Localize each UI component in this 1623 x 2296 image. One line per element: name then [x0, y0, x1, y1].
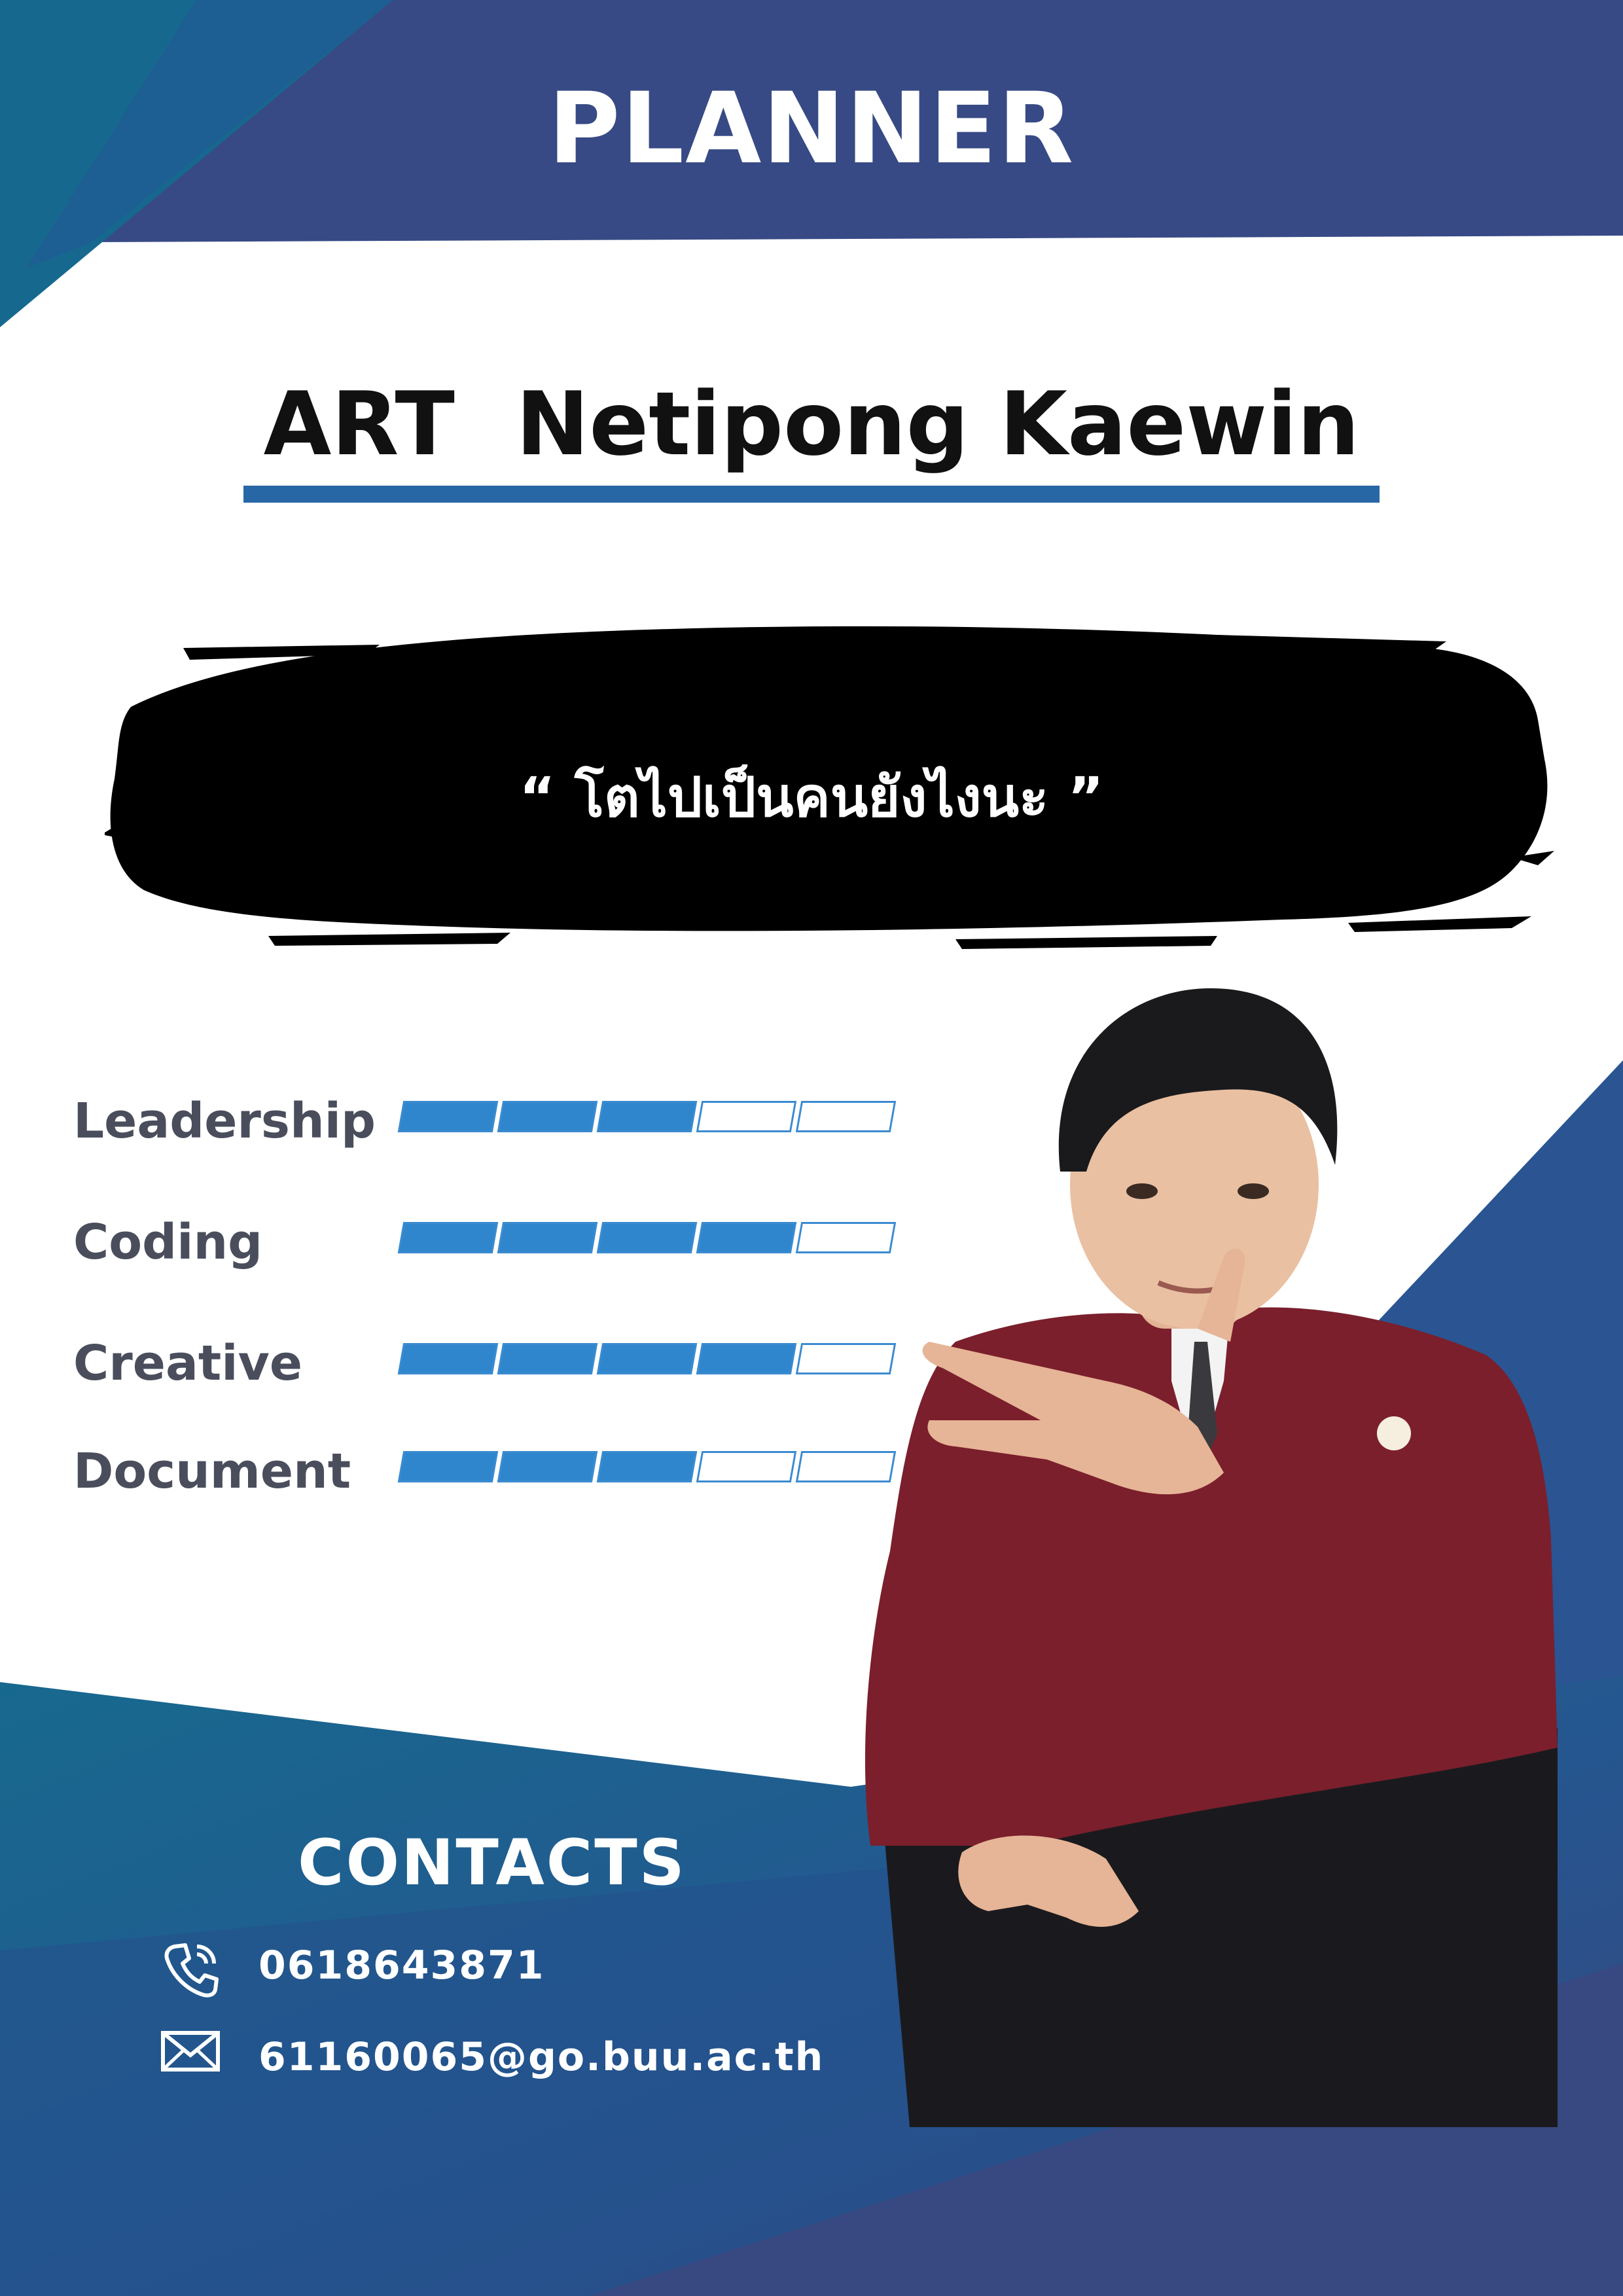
skill-segment-filled: [397, 1222, 499, 1253]
quote-text: “ โตไปเป็นคนยังไงนะ ”: [519, 765, 1104, 829]
skill-level-bar: [397, 1101, 898, 1132]
email-address[interactable]: 61160065@go.buu.ac.th: [259, 2034, 824, 2080]
skill-segment-filled: [497, 1101, 598, 1132]
skill-level-bar: [397, 1343, 898, 1374]
skill-segment-filled: [397, 1343, 499, 1374]
skill-level-bar: [397, 1451, 898, 1482]
contact-phone: 0618643871: [160, 1937, 880, 2003]
skill-segment-filled: [497, 1451, 598, 1482]
skill-label: Document: [73, 1443, 351, 1499]
mail-icon: [161, 2031, 220, 2072]
skill-segment-empty: [696, 1101, 797, 1132]
skill-segment-filled: [397, 1101, 499, 1132]
contact-email: 61160065@go.buu.ac.th: [160, 2029, 880, 2094]
planner-poster: PLANNER ART Netipong Kaewin “ โตไปเป็นคน…: [0, 0, 1623, 2296]
skill-segment-filled: [696, 1343, 797, 1374]
poster-title: PLANNER: [548, 72, 1075, 186]
skill-segment-empty: [696, 1451, 797, 1482]
phone-number[interactable]: 0618643871: [259, 1943, 544, 1988]
skill-segment-filled: [497, 1222, 598, 1253]
skill-segment-filled: [397, 1451, 499, 1482]
phone-icon: [164, 1943, 219, 1998]
contacts-title: CONTACTS: [298, 1826, 687, 1899]
skill-segment-filled: [596, 1451, 698, 1482]
skill-label: Leadership: [73, 1093, 376, 1149]
skill-label: Creative: [73, 1335, 303, 1391]
skill-segment-filled: [596, 1343, 698, 1374]
skill-segment-filled: [497, 1343, 598, 1374]
skill-segment-filled: [596, 1222, 698, 1253]
person-photo: [865, 988, 1558, 2127]
person-name: ART Netipong Kaewin: [263, 373, 1360, 475]
skill-segment-filled: [596, 1101, 698, 1132]
skill-segment-filled: [696, 1222, 797, 1253]
skill-level-bar: [397, 1222, 898, 1253]
name-underline: [243, 486, 1380, 503]
skill-label: Coding: [73, 1214, 263, 1270]
